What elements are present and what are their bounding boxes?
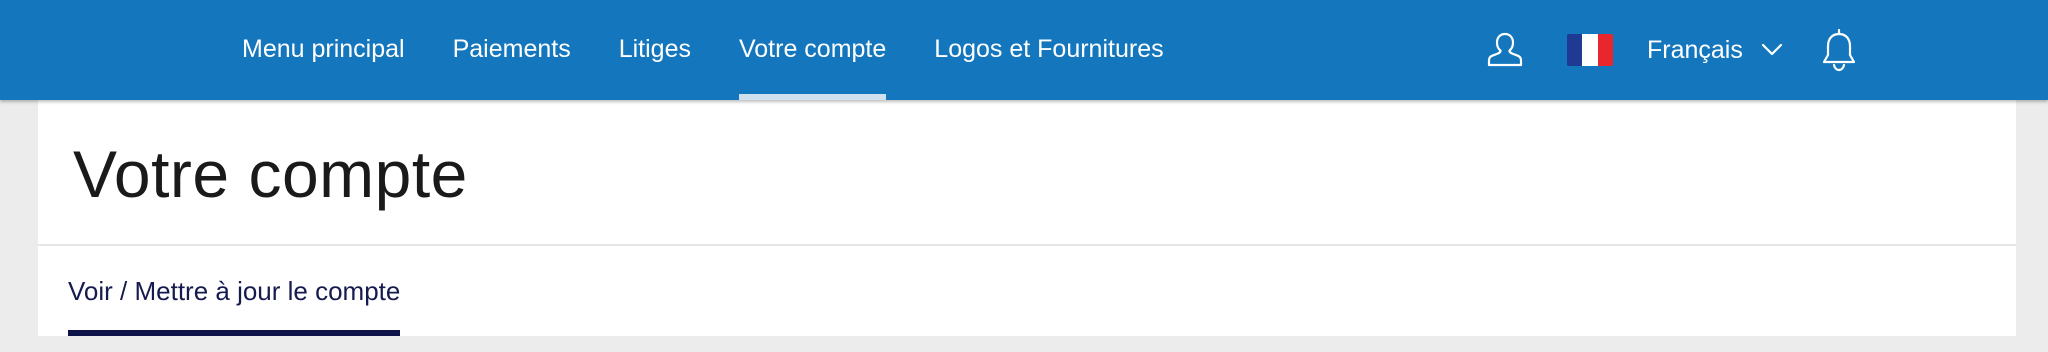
nav-link-litiges[interactable]: Litiges (619, 0, 691, 100)
chevron-down-icon (1761, 43, 1782, 56)
nav-link-paiements[interactable]: Paiements (453, 0, 571, 100)
language-label: Français (1647, 35, 1743, 64)
tab-voir-mettre-a-jour-compte[interactable]: Voir / Mettre à jour le compte (68, 244, 401, 336)
user-icon (1487, 32, 1523, 67)
france-flag-icon[interactable] (1567, 34, 1613, 66)
user-account-button[interactable] (1485, 30, 1525, 70)
nav-link-logos-fournitures[interactable]: Logos et Fournitures (934, 0, 1163, 100)
nav-link-votre-compte[interactable]: Votre compte (738, 0, 887, 100)
main-panel: Votre compte Voir / Mettre à jour le com… (38, 100, 2016, 336)
language-selector[interactable]: Français (1647, 36, 1783, 65)
top-navigation-bar: Menu principal Paiements Litiges Votre c… (0, 0, 2048, 100)
notifications-button[interactable] (1783, 27, 1859, 73)
tab-label: Voir / Mettre à jour le compte (68, 276, 401, 306)
bell-icon (1822, 28, 1855, 72)
nav-utilities: Français (1485, 0, 1859, 100)
nav-link-menu-principal[interactable]: Menu principal (242, 0, 405, 100)
primary-nav: Menu principal Paiements Litiges Votre c… (218, 0, 1188, 100)
page-title: Votre compte (73, 137, 468, 211)
active-tab-indicator (68, 330, 401, 336)
